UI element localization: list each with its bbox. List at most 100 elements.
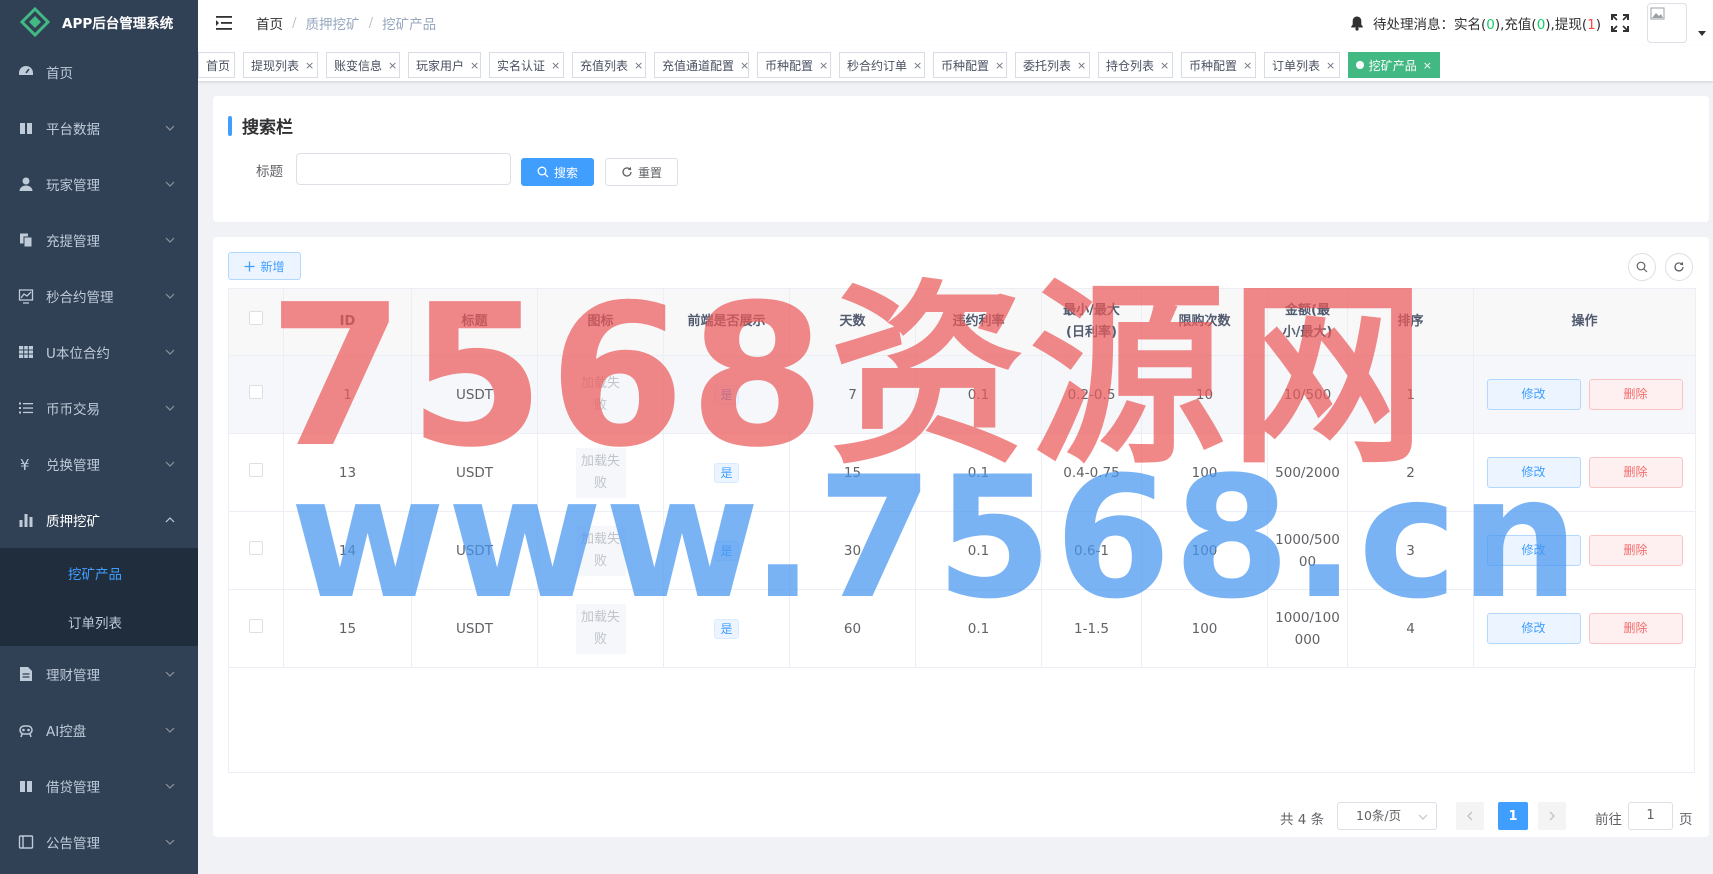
tag-4[interactable]: 实名认证 ×	[489, 52, 564, 78]
cell-amount-line1: 1000/500	[1275, 531, 1340, 548]
tag-8[interactable]: 秒合约订单 ×	[839, 52, 925, 78]
refresh-table-button[interactable]	[1665, 253, 1693, 281]
sidebar-item-3[interactable]: 充提管理	[0, 212, 198, 268]
tag-10[interactable]: 委托列表 ×	[1015, 52, 1090, 78]
edit-button[interactable]: 修改	[1486, 379, 1581, 410]
tag-14[interactable]: 挖矿产品 ×	[1348, 52, 1440, 78]
close-icon[interactable]: ×	[1160, 59, 1169, 72]
cell-days: 15	[789, 433, 916, 512]
close-icon[interactable]: ×	[305, 59, 314, 72]
row-checkbox[interactable]	[249, 540, 263, 555]
tag-5[interactable]: 充值列表 ×	[572, 52, 646, 78]
sidebar-item-9[interactable]: 理财管理	[0, 646, 198, 702]
toggle-search-button[interactable]	[1628, 253, 1656, 281]
avatar[interactable]	[1647, 3, 1687, 43]
tag-0[interactable]: 首页	[198, 52, 235, 78]
chevron-down-icon	[165, 405, 175, 411]
edit-button[interactable]: 修改	[1486, 613, 1581, 644]
withdraw-count[interactable]: 1	[1587, 17, 1596, 33]
reset-button[interactable]: 重置	[605, 158, 678, 186]
sidebar-item-11[interactable]: 借贷管理	[0, 758, 198, 814]
hamburger-icon[interactable]	[216, 16, 232, 30]
close-icon[interactable]: ×	[1326, 59, 1335, 72]
tag-11[interactable]: 持仓列表 ×	[1098, 52, 1173, 78]
sidebar-item-8[interactable]: 质押挖矿	[0, 492, 198, 548]
sidebar-item-5[interactable]: U本位合约	[0, 324, 198, 380]
close-icon[interactable]: ×	[995, 59, 1004, 72]
next-page-button[interactable]	[1538, 802, 1566, 830]
submenu-item-0[interactable]: 挖矿产品	[0, 548, 198, 597]
list-icon	[18, 400, 34, 416]
submenu-item-1[interactable]: 订单列表	[0, 597, 198, 646]
close-icon[interactable]: ×	[1243, 59, 1252, 72]
col-header-days: 天数	[789, 288, 916, 356]
table-row[interactable]: 13 USDT 加载失败是 15 0.1 0.4-0.75 100 500/2000 2 修改 删除	[228, 433, 1696, 512]
page-number-current[interactable]: 1	[1498, 802, 1528, 830]
close-icon[interactable]: ×	[1423, 59, 1432, 72]
select-all-checkbox[interactable]	[249, 311, 263, 325]
breadcrumb-separator: /	[368, 15, 374, 31]
row-checkbox[interactable]	[249, 462, 263, 477]
delete-button[interactable]: 删除	[1588, 457, 1683, 488]
sidebar-item-7[interactable]: ¥ 兑换管理	[0, 436, 198, 492]
close-icon[interactable]: ×	[470, 59, 479, 72]
close-icon[interactable]: ×	[740, 59, 749, 72]
tag-9[interactable]: 币种配置 ×	[933, 52, 1007, 78]
edit-button[interactable]: 修改	[1486, 457, 1581, 488]
withdraw-label[interactable]: 提现(	[1555, 17, 1587, 33]
row-checkbox[interactable]	[249, 384, 263, 399]
tag-2[interactable]: 账变信息 ×	[326, 52, 400, 78]
close-icon[interactable]: ×	[913, 59, 922, 72]
sidebar-item-10[interactable]: AI控盘	[0, 702, 198, 758]
caret-down-icon[interactable]	[1697, 28, 1707, 38]
recharge-label[interactable]: 充值(	[1504, 17, 1536, 33]
tag-3[interactable]: 玩家用户 ×	[408, 52, 481, 78]
table-row[interactable]: 15 USDT 加载失败是 60 0.1 1-1.5 100 1000/100 000 4 修改 删除	[228, 589, 1696, 668]
sidebar-item-0[interactable]: 首页	[0, 44, 198, 100]
delete-button[interactable]: 删除	[1588, 379, 1683, 410]
close-icon[interactable]: ×	[634, 59, 643, 72]
sidebar-item-1[interactable]: 平台数据	[0, 100, 198, 156]
delete-button[interactable]: 删除	[1588, 535, 1683, 566]
table-header-row: ID 标题 图标 前端是否展示 天数 违约利率 最小/最大 (日利率) 限购次数 …	[228, 288, 1696, 356]
tags-view: 首页 提现列表 × 账变信息 × 玩家用户 × 实名认证 × 充值列表 × 充值通道配置 × 币种配置 × 秒…	[198, 46, 1713, 82]
bell-icon[interactable]	[1349, 15, 1365, 31]
table-row[interactable]: 14 USDT 加载失败是 30 0.1 0.6-1 100 1000/500 00 3 修改 删除	[228, 511, 1696, 590]
sidebar-item-12[interactable]: 公告管理	[0, 814, 198, 870]
logo[interactable]: APP后台管理系统	[0, 0, 198, 44]
tag-12[interactable]: 币种配置 ×	[1181, 52, 1256, 78]
sidebar-item-label: 玩家管理	[46, 178, 100, 194]
prev-page-button[interactable]	[1456, 802, 1484, 830]
tag-13[interactable]: 订单列表 ×	[1264, 52, 1340, 78]
cell-amount: 1000/100 000	[1267, 589, 1348, 668]
image-load-failed: 加载失败	[575, 525, 626, 576]
tag-7[interactable]: 币种配置 ×	[757, 52, 831, 78]
delete-button[interactable]: 删除	[1588, 613, 1683, 644]
breadcrumb-home[interactable]: 首页	[256, 13, 283, 33]
realname-label[interactable]: 实名(	[1454, 17, 1486, 33]
sidebar-item-6[interactable]: 币币交易	[0, 380, 198, 436]
realname-count[interactable]: 0	[1486, 17, 1495, 33]
sidebar-item-4[interactable]: 秒合约管理	[0, 268, 198, 324]
sidebar-item-2[interactable]: 玩家管理	[0, 156, 198, 212]
table-row[interactable]: 1 USDT 加载失败是 7 0.1 0.2-0.5 10 10/500 1 修改 删除	[228, 355, 1696, 434]
title-search-input[interactable]	[296, 153, 511, 185]
page-size-select[interactable]: 10条/页	[1337, 802, 1437, 830]
chevron-down-icon	[165, 727, 175, 733]
recharge-count[interactable]: 0	[1537, 17, 1546, 33]
close-icon[interactable]: ×	[1077, 59, 1086, 72]
close-icon[interactable]: ×	[819, 59, 828, 72]
close-icon[interactable]: ×	[388, 59, 397, 72]
edit-button[interactable]: 修改	[1486, 535, 1581, 566]
close-icon[interactable]: ×	[551, 59, 560, 72]
chevron-down-icon	[1418, 814, 1428, 820]
tag-6[interactable]: 充值通道配置 ×	[654, 52, 749, 78]
goto-page-input[interactable]: 1	[1628, 802, 1673, 830]
tag-1[interactable]: 提现列表 ×	[243, 52, 318, 78]
fullscreen-icon[interactable]	[1611, 14, 1629, 32]
cell-days: 7	[789, 355, 916, 434]
row-checkbox[interactable]	[249, 618, 263, 633]
col-header-amount: 金额(最 小/最大)	[1267, 288, 1348, 356]
search-button[interactable]: 搜索	[521, 158, 594, 186]
add-button[interactable]: 新增	[228, 252, 301, 280]
